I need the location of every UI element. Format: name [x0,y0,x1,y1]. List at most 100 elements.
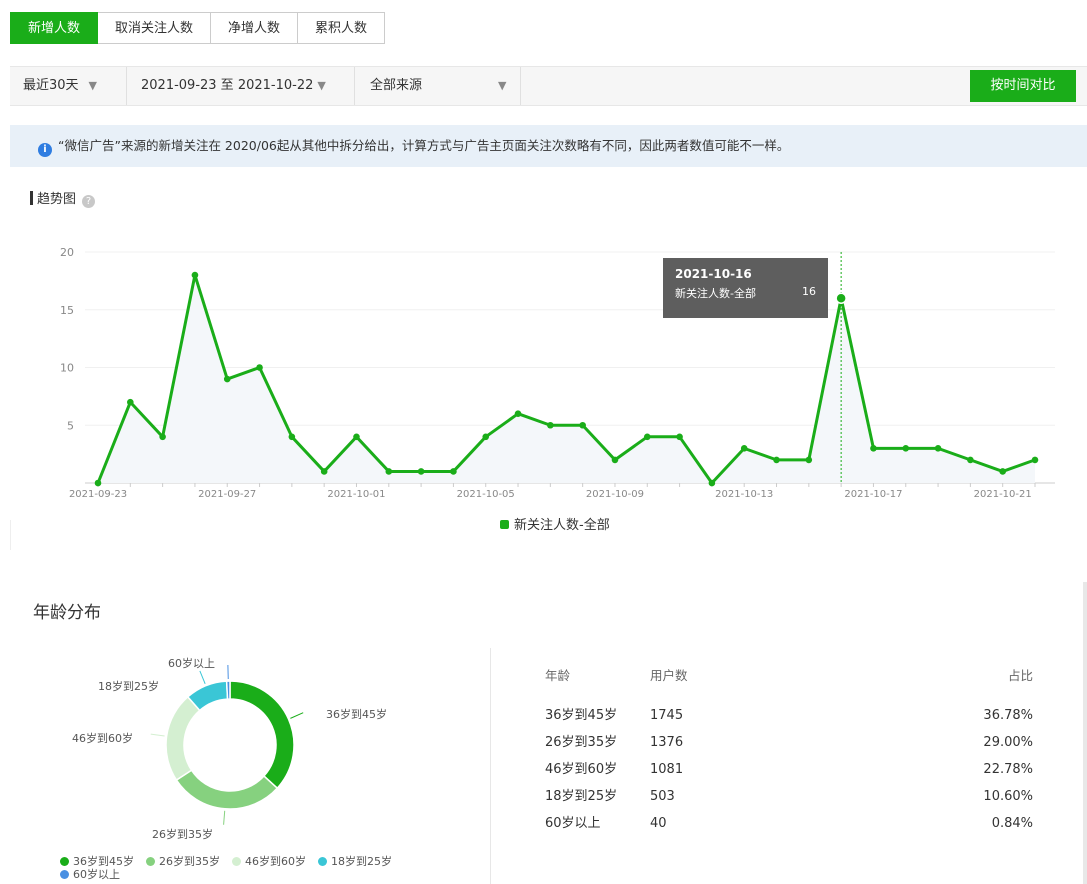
data-point [676,433,683,441]
legend-label: 36岁到45岁 [73,855,134,868]
donut-slice [175,769,279,810]
legend-swatch [500,520,509,529]
tooltip-date: 2021-10-16 [675,267,752,281]
source-select[interactable]: 全部来源 ▼ [370,67,506,105]
table-row: 36岁到45岁 1745 36.78% [545,702,1033,729]
data-point [805,456,813,464]
data-point [223,375,231,383]
legend-dot [60,857,69,866]
divider [354,67,355,105]
table-row: 26岁到35岁 1376 29.00% [545,729,1033,756]
data-point [256,364,263,371]
metric-tabs: 新增人数 取消关注人数 净增人数 累积人数 [10,12,386,44]
pie-label-36-45: 36岁到45岁 [326,708,387,721]
data-point [547,421,554,429]
source-select-label: 全部来源 [370,78,423,93]
x-tick-label: 2021-09-27 [198,489,256,500]
divider [490,648,491,884]
cell-users: 1745 [650,708,684,723]
tab-net-growth[interactable]: 净增人数 [211,12,299,44]
data-point [127,398,134,406]
cell-users: 40 [650,816,667,831]
range-select[interactable]: 最近30天 ▼ [23,67,97,105]
legend-label: 新关注人数-全部 [514,518,610,533]
table-row: 18岁到25岁 503 10.60% [545,783,1033,810]
data-point [870,445,877,452]
cell-users: 1376 [650,735,684,750]
column-header-ratio: 占比 [1007,668,1033,683]
legend-dot [318,857,327,866]
x-tick-label: 2021-09-23 [69,489,127,500]
legend-item-26-35[interactable]: 26岁到35岁 [146,855,220,868]
compare-by-time-button[interactable]: 按时间对比 [970,70,1076,102]
data-point [999,468,1006,475]
donut-slice [229,680,295,790]
label-leader [290,712,304,719]
range-select-label: 最近30天 [23,78,79,93]
tab-new-followers[interactable]: 新增人数 [10,12,99,44]
chart-tooltip: 2021-10-16 新关注人数-全部 16 [663,258,828,318]
data-point [288,433,296,441]
pie-label-18-25: 18岁到25岁 [98,680,159,693]
pie-label-60-plus: 60岁以上 [168,657,215,670]
legend-dot [146,857,155,866]
data-point [708,479,716,487]
x-tick-label: 2021-10-21 [974,489,1032,500]
cell-users: 1081 [650,762,684,777]
data-point [740,445,748,452]
notice-text: “微信广告”来源的新增关注在 2020/06起从其他中拆分给出，计算方式与广告主… [58,138,790,153]
legend-item-60-plus[interactable]: 60岁以上 [60,868,120,881]
y-tick-label: 15 [60,304,74,317]
dropdown-arrow-icon: ▼ [317,79,326,92]
cell-age: 18岁到25岁 [545,789,618,804]
legend-item-18-25[interactable]: 18岁到25岁 [318,855,392,868]
age-legend: 36岁到45岁 26岁到35岁 46岁到60岁 18岁到25岁 60岁以上 [60,855,420,881]
dropdown-arrow-icon: ▼ [88,79,98,92]
table-row: 60岁以上 40 0.84% [545,810,1033,837]
cell-ratio: 36.78% [983,708,1033,723]
cell-age: 26岁到35岁 [545,735,618,750]
data-point [482,433,490,441]
legend-item-36-45[interactable]: 36岁到45岁 [60,855,134,868]
data-point [773,456,780,464]
data-point [967,456,974,464]
cell-ratio: 0.84% [991,816,1033,831]
cell-users: 503 [650,789,675,804]
data-point [611,456,619,464]
age-table: 年龄 用户数 占比 36岁到45岁 1745 36.78% 26岁到35岁 1376 2… [545,664,1033,837]
title-bar [30,191,33,205]
dropdown-arrow-icon: ▼ [498,79,507,92]
x-tick-label: 2021-10-17 [844,489,902,500]
y-tick-label: 10 [60,362,74,375]
legend-item-46-60[interactable]: 46岁到60岁 [232,855,306,868]
pie-label-46-60: 46岁到60岁 [72,732,133,745]
scrollbar[interactable] [1083,582,1087,884]
y-tick-label: 5 [67,419,74,432]
donut-slice [165,695,201,782]
data-point [94,479,102,487]
legend-label: 60岁以上 [73,868,120,881]
x-tick-label: 2021-10-13 [715,489,773,500]
cell-age: 60岁以上 [545,816,601,831]
data-point [514,410,522,417]
label-leader [150,733,165,737]
tooltip-value: 16 [802,285,816,298]
trend-legend[interactable]: 新关注人数-全部 [500,514,610,533]
x-tick-label: 2021-10-05 [457,489,515,500]
tab-cumulative[interactable]: 累积人数 [298,12,386,44]
divider [126,67,127,105]
data-point [450,468,457,475]
data-point [579,421,586,429]
data-point [191,271,199,279]
cell-age: 46岁到60岁 [545,762,618,777]
data-point [353,433,360,441]
legend-label: 46岁到60岁 [245,855,306,868]
cell-ratio: 22.78% [983,762,1033,777]
pie-label-26-35: 26岁到35岁 [152,828,213,841]
table-header: 年龄 用户数 占比 [545,664,1033,688]
tab-unfollows[interactable]: 取消关注人数 [98,12,212,44]
data-point [835,292,847,304]
cell-ratio: 29.00% [983,735,1033,750]
date-range-select[interactable]: 2021-09-23 至 2021-10-22 ▼ [141,67,326,105]
help-icon[interactable]: ? [82,195,96,208]
